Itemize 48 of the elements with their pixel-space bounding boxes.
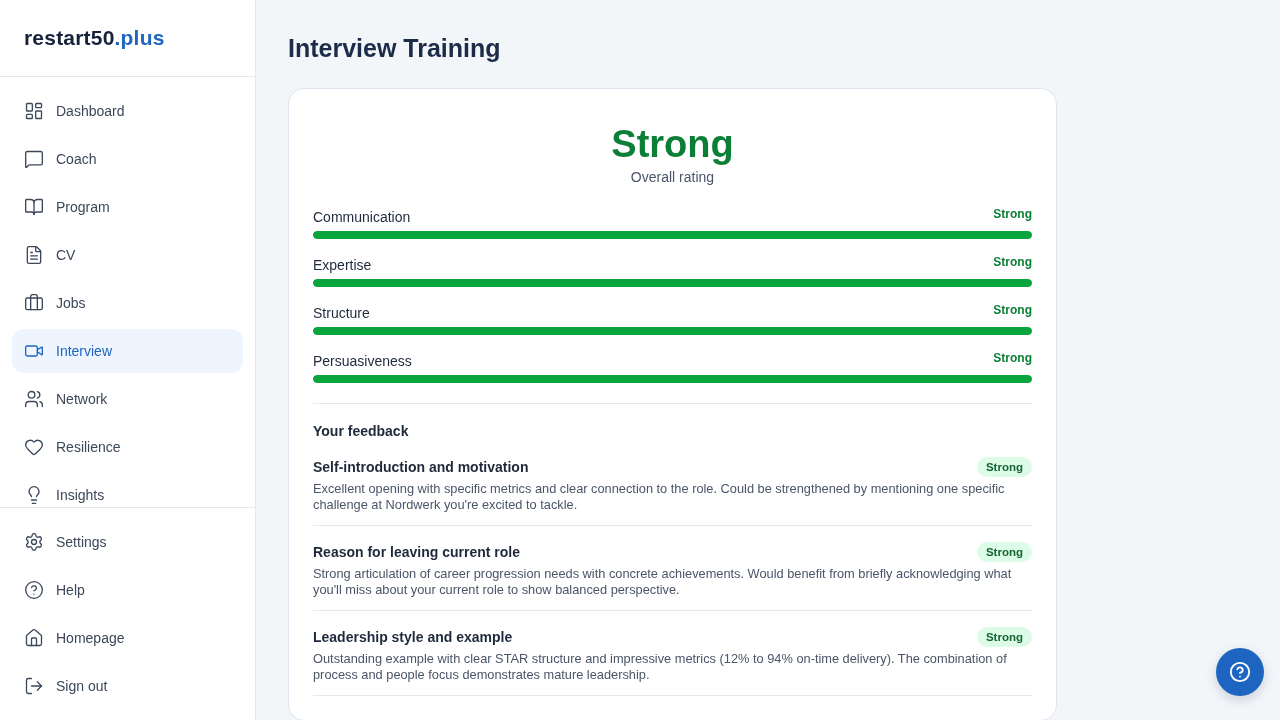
dimension-name: Structure [313,305,370,321]
home-icon [24,628,44,648]
help-button[interactable] [1216,648,1264,696]
nav-item[interactable]: CV [12,233,243,277]
dimension-rating: Strong [993,255,1032,269]
help-icon [1229,661,1251,683]
dimension-name: Communication [313,209,411,225]
nav-item[interactable]: Jobs [12,281,243,325]
chat-icon [24,149,44,169]
overall-rating-label: Overall rating [630,168,715,187]
help-icon [24,580,44,600]
nav-item[interactable]: Sign out [12,664,243,708]
brand-logo: restart50.plus [24,26,165,50]
dimension-rating: Strong [993,207,1032,221]
book-icon [24,197,44,217]
dimension-name: Persuasiveness [313,353,412,369]
feedback-text: Outstanding example with clear STAR structure and impressive metrics (12% to 94% on-time delivery). The combination of process and people focus demonstrates mature leadership. [313,651,1008,683]
feedback-title: Reason for leaving current role [313,544,520,560]
document-icon [24,245,44,265]
feedback-title: Self-introduction and motivation [313,459,529,475]
nav-item[interactable]: Dashboard [12,89,243,133]
rating-badge: Strong [976,457,1032,477]
dimension-rating: Strong [993,351,1032,365]
dashboard-icon [24,101,44,121]
overall-rating: Strong [611,122,734,167]
nav-item[interactable]: Coach [12,137,243,181]
briefcase-icon [24,293,44,313]
nav-item[interactable]: Settings [12,520,243,564]
nav-item[interactable]: Resilience [12,425,243,469]
nav-item[interactable]: Insights [12,473,243,507]
rating-badge: Strong [976,542,1032,562]
dimension-name: Expertise [313,257,372,273]
sign-out-icon [24,676,44,696]
dimension-rating: Strong [993,303,1032,317]
feedback-text: Excellent opening with specific metrics and clear connection to the role. Could be strengthened by mentioning one specific challenge at Nordwerk you're excited to tackle. [313,481,1006,513]
settings-icon [24,532,44,552]
feedback-heading: Your feedback [313,422,410,441]
nav-item[interactable]: Network [12,377,243,421]
feedback-title: Leadership style and example [313,629,513,645]
rating-badge: Strong [976,627,1032,647]
people-icon [24,389,44,409]
nav-item[interactable]: Homepage [12,616,243,660]
feedback-text: Strong articulation of career progression needs with concrete achievements. Would benefit from briefly acknowledging what you'll miss about your current role to show balanced perspective. [313,566,1013,598]
page-title: Interview Training [288,33,502,64]
nav-item[interactable]: Interview [12,329,243,373]
heart-icon [24,437,44,457]
nav-item[interactable]: Help [12,568,243,612]
nav-item[interactable]: Program [12,185,243,229]
